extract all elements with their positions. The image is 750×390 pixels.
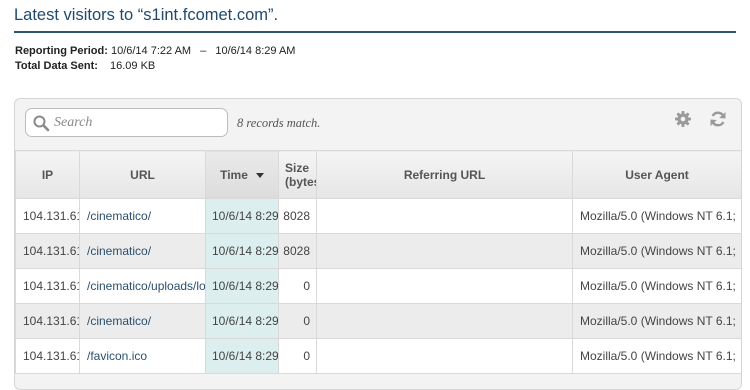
table-row[interactable]: 104.131.61.1 /cinematico/ 10/6/14 8:29 0… (15, 303, 741, 339)
cell-referring-url (316, 338, 573, 374)
search-box[interactable] (25, 108, 228, 137)
total-data-sent: Total Data Sent: 16.09 KB (15, 60, 155, 72)
reporting-period-label: Reporting Period: (15, 45, 108, 57)
cell-referring-url (316, 198, 573, 234)
table-header: IP URL Time Size (bytes) Referring URL U… (15, 150, 741, 199)
cell-time: 10/6/14 8:29 (205, 268, 279, 304)
period-start: 10/6/14 7:22 AM (110, 45, 192, 57)
cell-time: 10/6/14 8:29 (205, 338, 279, 374)
cell-url[interactable]: /favicon.ico (79, 338, 206, 374)
refresh-icon[interactable] (709, 110, 727, 128)
visitors-panel: 8 records match. IP URL (14, 98, 742, 390)
cell-time: 10/6/14 8:29 (205, 198, 279, 234)
cell-ip: 104.131.61.1 (15, 303, 80, 339)
column-header-size-label: Size (285, 160, 310, 175)
column-header-time-label: Time (220, 167, 248, 182)
cell-time: 10/6/14 8:29 (205, 303, 279, 339)
cell-user-agent: Mozilla/5.0 (Windows NT 6.1; (572, 303, 741, 339)
cell-url[interactable]: /cinematico/ (79, 303, 206, 339)
cell-size: 0 (278, 338, 317, 374)
cell-url[interactable]: /cinematico/ (79, 198, 206, 234)
cell-user-agent: Mozilla/5.0 (Windows NT 6.1; (572, 233, 741, 269)
cell-time: 10/6/14 8:29 (205, 233, 279, 269)
table-row[interactable]: 104.131.61.1 /cinematico/ 10/6/14 8:29 8… (15, 198, 741, 234)
table-row[interactable]: 104.131.61.1 /cinematico/ 10/6/14 8:29 8… (15, 233, 741, 269)
cell-user-agent: Mozilla/5.0 (Windows NT 6.1; (572, 268, 741, 304)
cell-size: 0 (278, 268, 317, 304)
column-header-referring-url[interactable]: Referring URL (316, 150, 573, 199)
period-separator: – (200, 45, 207, 57)
cell-user-agent: Mozilla/5.0 (Windows NT 6.1; (572, 338, 741, 374)
reporting-period: Reporting Period: 10/6/14 7:22 AM – 10/6… (15, 45, 295, 57)
match-count: 8 records match. (237, 116, 321, 130)
search-input[interactable] (52, 113, 226, 133)
column-header-ip[interactable]: IP (15, 150, 80, 199)
cell-ip: 104.131.61.1 (15, 198, 80, 234)
table-row[interactable]: 104.131.61.1 /favicon.ico 10/6/14 8:29 0… (15, 338, 741, 374)
page-title: Latest visitors to “s1int.fcomet.com”. (14, 6, 279, 24)
total-data-label: Total Data Sent: (15, 60, 98, 72)
period-end: 10/6/14 8:29 AM (215, 45, 296, 57)
cell-size: 8028 (278, 233, 317, 269)
column-header-time[interactable]: Time (205, 150, 279, 199)
cell-referring-url (316, 268, 573, 304)
cell-size: 8028 (278, 198, 317, 234)
cell-url[interactable]: /cinematico/ (79, 233, 206, 269)
column-header-user-agent[interactable]: User Agent (572, 150, 741, 199)
column-header-url[interactable]: URL (79, 150, 206, 199)
cell-ip: 104.131.61.1 (15, 233, 80, 269)
cell-user-agent: Mozilla/5.0 (Windows NT 6.1; (572, 198, 741, 234)
cell-url[interactable]: /cinematico/uploads/logo (79, 268, 206, 304)
visitors-table: IP URL Time Size (bytes) Referring URL U… (15, 150, 741, 374)
toolbar: 8 records match. (15, 99, 741, 150)
gear-icon[interactable] (674, 110, 692, 128)
column-header-size-unit: (bytes) (285, 174, 316, 189)
cell-referring-url (316, 303, 573, 339)
sort-descending-icon (255, 172, 264, 178)
table-row[interactable]: 104.131.61.1 /cinematico/uploads/logo 10… (15, 268, 741, 304)
cell-size: 0 (278, 303, 317, 339)
cell-ip: 104.131.61.1 (15, 268, 80, 304)
search-icon (33, 115, 50, 132)
cell-referring-url (316, 233, 573, 269)
title-divider (14, 31, 736, 33)
total-data-value: 16.09 KB (110, 60, 156, 72)
cell-ip: 104.131.61.1 (15, 338, 80, 374)
column-header-size[interactable]: Size (bytes) (278, 150, 317, 199)
